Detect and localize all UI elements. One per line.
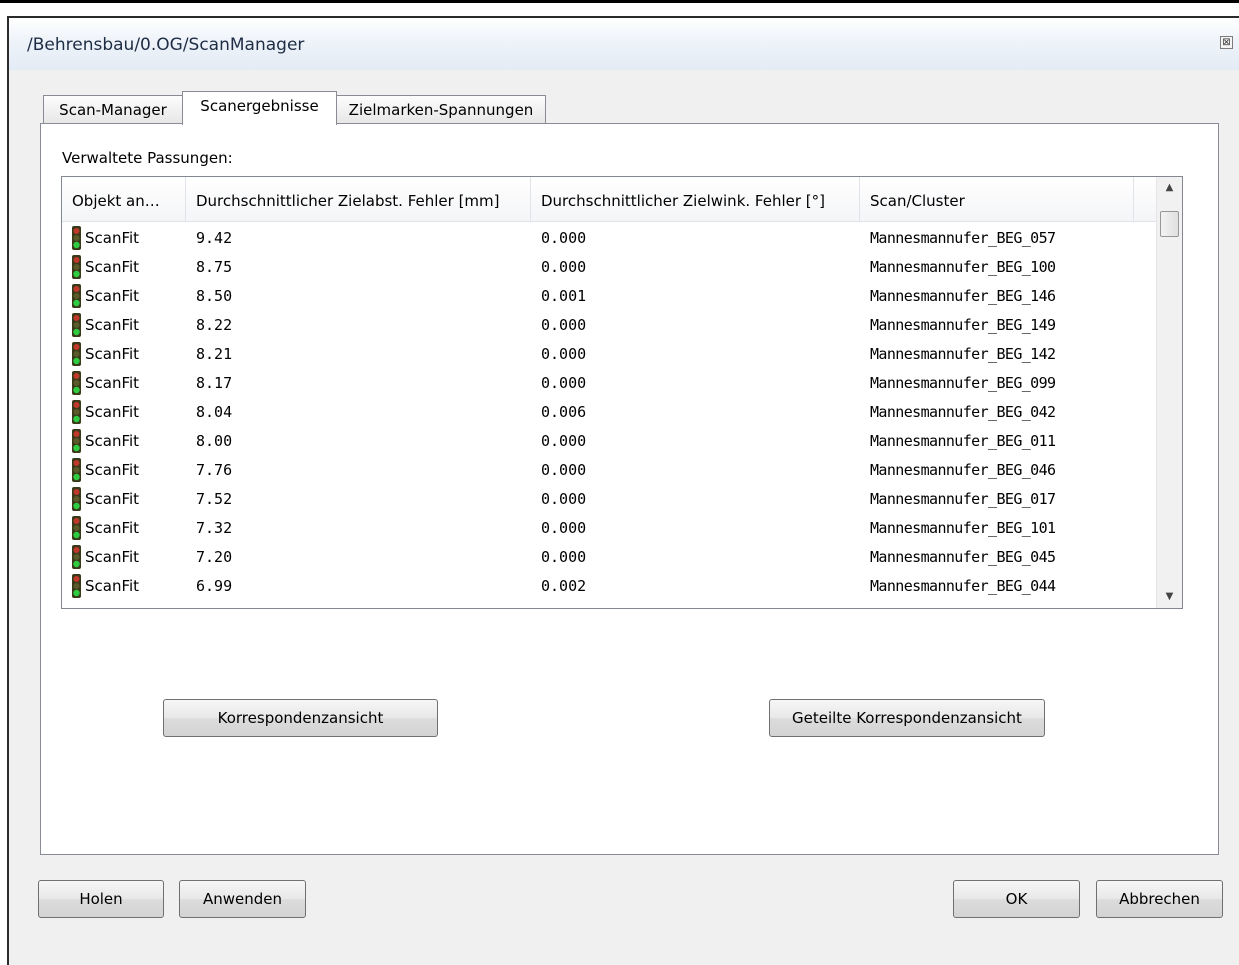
table-row[interactable]: ScanFit 7.76 0.000 Mannesmannufer_BEG_046 <box>62 453 1157 482</box>
cell-angle-error: 0.000 <box>541 490 587 508</box>
cell-angle-error: 0.000 <box>541 461 587 479</box>
tab-scanergebnisse[interactable]: Scanergebnisse <box>182 91 337 125</box>
traffic-light-icon <box>72 545 81 569</box>
cell-angle-error: 0.001 <box>541 287 587 305</box>
cell-scan-cluster: Mannesmannufer_BEG_100 <box>870 258 1056 276</box>
correspondence-view-button[interactable]: Korrespondenzansicht <box>163 699 438 737</box>
cell-angle-error: 0.006 <box>541 403 587 421</box>
cell-scan-cluster: Mannesmannufer_BEG_146 <box>870 287 1056 305</box>
window-title: /Behrensbau/0.OG/ScanManager <box>27 35 305 55</box>
traffic-light-icon <box>72 284 81 308</box>
table-row[interactable]: ScanFit 8.21 0.000 Mannesmannufer_BEG_142 <box>62 337 1157 366</box>
table-row[interactable]: ScanFit 6.99 0.002 Mannesmannufer_BEG_044 <box>62 569 1157 598</box>
cell-scan-cluster: Mannesmannufer_BEG_011 <box>870 432 1056 450</box>
cell-scan-cluster: Mannesmannufer_BEG_046 <box>870 461 1056 479</box>
table-row[interactable]: ScanFit 7.32 0.000 Mannesmannufer_BEG_101 <box>62 511 1157 540</box>
traffic-light-icon <box>72 574 81 598</box>
tab-label: Scan-Manager <box>59 101 167 119</box>
cell-distance-error: 8.22 <box>196 316 233 334</box>
cell-scan-cluster: Mannesmannufer_BEG_017 <box>870 490 1056 508</box>
traffic-light-icon <box>72 226 81 250</box>
tab-scan-manager[interactable]: Scan-Manager <box>43 95 183 124</box>
cell-angle-error: 0.000 <box>541 258 587 276</box>
close-icon: ⊠ <box>1222 37 1231 48</box>
traffic-light-icon <box>72 342 81 366</box>
apply-button[interactable]: Anwenden <box>179 880 306 918</box>
cell-distance-error: 8.17 <box>196 374 233 392</box>
table-row[interactable]: ScanFit 7.20 0.000 Mannesmannufer_BEG_045 <box>62 540 1157 569</box>
table-row[interactable]: ScanFit 8.50 0.001 Mannesmannufer_BEG_146 <box>62 279 1157 308</box>
cell-distance-error: 7.20 <box>196 548 233 566</box>
traffic-light-icon <box>72 458 81 482</box>
cell-scan-cluster: Mannesmannufer_BEG_149 <box>870 316 1056 334</box>
table-row[interactable]: ScanFit 7.52 0.000 Mannesmannufer_BEG_017 <box>62 482 1157 511</box>
cell-distance-error: 8.04 <box>196 403 233 421</box>
cell-angle-error: 0.000 <box>541 345 587 363</box>
column-header-angle-error[interactable]: Durchschnittlicher Zielwink. Fehler [°] <box>531 177 860 221</box>
cell-scan-cluster: Mannesmannufer_BEG_044 <box>870 577 1056 595</box>
cell-angle-error: 0.000 <box>541 519 587 537</box>
fits-list-view[interactable]: Objekt an… Durchschnittlicher Zielabst. … <box>61 176 1183 609</box>
traffic-light-icon <box>72 516 81 540</box>
cancel-button[interactable]: Abbrechen <box>1096 880 1223 918</box>
cell-angle-error: 0.000 <box>541 316 587 334</box>
traffic-light-icon <box>72 313 81 337</box>
cell-angle-error: 0.000 <box>541 229 587 247</box>
arrow-down-icon: ▼ <box>1165 591 1174 602</box>
traffic-light-icon <box>72 400 81 424</box>
cell-distance-error: 7.32 <box>196 519 233 537</box>
scan-manager-window: /Behrensbau/0.OG/ScanManager ⊠ Scan-Mana… <box>7 16 1239 965</box>
scroll-down-arrow[interactable]: ▼ <box>1157 586 1182 608</box>
cell-scan-cluster: Mannesmannufer_BEG_142 <box>870 345 1056 363</box>
managed-fits-label: Verwaltete Passungen: <box>62 149 233 167</box>
object-name: ScanFit <box>85 577 140 595</box>
table-row[interactable]: ScanFit 8.00 0.000 Mannesmannufer_BEG_011 <box>62 424 1157 453</box>
cell-scan-cluster: Mannesmannufer_BEG_057 <box>870 229 1056 247</box>
title-bar[interactable]: /Behrensbau/0.OG/ScanManager ⊠ <box>9 18 1239 70</box>
close-button[interactable]: ⊠ <box>1220 36 1233 49</box>
tab-label: Scanergebnisse <box>200 97 319 115</box>
traffic-light-icon <box>72 371 81 395</box>
cell-scan-cluster: Mannesmannufer_BEG_045 <box>870 548 1056 566</box>
scanergebnisse-panel: Verwaltete Passungen: Objekt an… Durchsc… <box>40 123 1219 855</box>
top-rule <box>0 0 1239 3</box>
fetch-button[interactable]: Holen <box>38 880 164 918</box>
cell-angle-error: 0.000 <box>541 548 587 566</box>
vertical-scrollbar[interactable]: ▲ ▼ <box>1156 177 1182 608</box>
cell-distance-error: 9.42 <box>196 229 233 247</box>
cell-distance-error: 6.99 <box>196 577 233 595</box>
cell-angle-error: 0.000 <box>541 432 587 450</box>
cell-angle-error: 0.002 <box>541 577 587 595</box>
cell-distance-error: 8.00 <box>196 432 233 450</box>
traffic-light-icon <box>72 255 81 279</box>
cell-angle-error: 0.000 <box>541 374 587 392</box>
table-row[interactable]: ScanFit 8.17 0.000 Mannesmannufer_BEG_099 <box>62 366 1157 395</box>
list-header: Objekt an… Durchschnittlicher Zielabst. … <box>62 177 1157 222</box>
column-header-distance-error[interactable]: Durchschnittlicher Zielabst. Fehler [mm] <box>186 177 531 221</box>
cell-distance-error: 7.52 <box>196 490 233 508</box>
list-body: ScanFit 9.42 0.000 Mannesmannufer_BEG_057 Sc… <box>62 221 1157 598</box>
cell-distance-error: 7.76 <box>196 461 233 479</box>
scroll-thumb[interactable] <box>1160 211 1179 237</box>
tab-label: Zielmarken-Spannungen <box>348 101 534 119</box>
cell-scan-cluster: Mannesmannufer_BEG_042 <box>870 403 1056 421</box>
cell-distance-error: 8.75 <box>196 258 233 276</box>
traffic-light-icon <box>72 487 81 511</box>
table-row[interactable]: ScanFit 8.75 0.000 Mannesmannufer_BEG_100 <box>62 250 1157 279</box>
traffic-light-icon <box>72 429 81 453</box>
cell-distance-error: 8.21 <box>196 345 233 363</box>
split-correspondence-view-button[interactable]: Geteilte Korrespondenzansicht <box>769 699 1045 737</box>
tab-zielmarken-spannungen[interactable]: Zielmarken-Spannungen <box>336 95 546 124</box>
scroll-up-arrow[interactable]: ▲ <box>1157 177 1182 199</box>
ok-button[interactable]: OK <box>953 880 1080 918</box>
column-header-scan-cluster[interactable]: Scan/Cluster <box>860 177 1134 221</box>
table-row[interactable]: ScanFit 9.42 0.000 Mannesmannufer_BEG_057 <box>62 221 1157 250</box>
cell-distance-error: 8.50 <box>196 287 233 305</box>
table-row[interactable]: ScanFit 8.04 0.006 Mannesmannufer_BEG_042 <box>62 395 1157 424</box>
cell-scan-cluster: Mannesmannufer_BEG_099 <box>870 374 1056 392</box>
arrow-up-icon: ▲ <box>1165 182 1174 193</box>
column-header-object[interactable]: Objekt an… <box>62 177 186 221</box>
cell-scan-cluster: Mannesmannufer_BEG_101 <box>870 519 1056 537</box>
table-row[interactable]: ScanFit 8.22 0.000 Mannesmannufer_BEG_149 <box>62 308 1157 337</box>
